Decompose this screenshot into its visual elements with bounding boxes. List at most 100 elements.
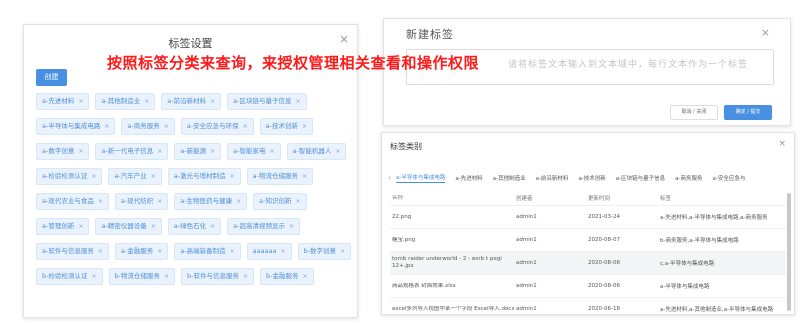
tag-remove-icon[interactable]: × [303,269,308,284]
tag-chip[interactable]: a-新能源 × [174,143,222,160]
category-tab[interactable]: a-商务服务 [675,174,702,182]
tag-chip[interactable]: b-软件与信息服务 × [181,268,255,285]
create-button[interactable]: 创建 [36,69,67,86]
category-tab[interactable]: a-区块链与量子信息 [616,174,665,182]
tag-remove-icon[interactable]: × [164,269,169,284]
tag-remove-icon[interactable]: × [104,119,109,134]
tag-chip[interactable]: b-物流仓储服务 × [108,268,176,285]
tag-chip[interactable]: a-前沿新材料 × [161,93,222,110]
tag-chip[interactable]: a-生物医药与健康 × [174,193,248,210]
table-row[interactable]: 糖宝.png admin1 2020-08-07 b-商务服务,a-半导体与集成电路 [390,228,786,251]
table-row[interactable]: 22.png admin1 2021-03-24 a-先进材料,a-半导体与集成电路,… [390,205,786,228]
table-cell: 商品规格表 封面效果.xlsx [392,282,456,289]
table-row[interactable]: tomb raider underworld - 2 - exrb t pegi… [390,251,786,274]
column-header-tags[interactable]: 标签 [660,194,786,202]
category-tab[interactable]: a-前沿新材料 [536,174,569,182]
chevron-left-icon[interactable]: ‹ [388,174,396,182]
tag-chip[interactable]: a-商务服务 × [121,118,175,135]
tag-chip[interactable]: a-检验检测认证 × [36,168,103,185]
tag-remove-icon[interactable]: × [210,94,215,109]
table-cell: 2020-08-07 [588,237,620,243]
tag-chip[interactable]: a-软件与信息服务 × [36,243,109,260]
tag-remove-icon[interactable]: × [144,94,149,109]
tag-remove-icon[interactable]: × [98,194,103,209]
close-icon[interactable]: × [761,26,770,39]
tag-chip[interactable]: a-技术创新 × [259,118,313,135]
close-icon[interactable]: × [778,139,786,149]
tag-remove-icon[interactable]: × [281,244,286,259]
tag-remove-icon[interactable]: × [335,144,340,159]
tag-remove-icon[interactable]: × [289,219,294,234]
tag-chip[interactable]: a-精密仪器设备 × [95,218,162,235]
tag-chip[interactable]: b-检验检测认证 × [36,268,103,285]
tag-remove-icon[interactable]: × [230,244,235,259]
tag-chip[interactable]: a-半导体与集成电路 × [36,118,116,135]
tag-remove-icon[interactable]: × [91,269,96,284]
tag-remove-icon[interactable]: × [210,219,215,234]
tag-chip[interactable]: a-金融服务 × [114,243,169,260]
tag-remove-icon[interactable]: × [302,169,307,184]
category-tab[interactable]: a-先进材料 [455,174,482,182]
tag-remove-icon[interactable]: × [243,119,248,134]
tag-chip[interactable]: a-现代农业与食品 × [36,193,109,210]
tag-remove-icon[interactable]: × [78,219,83,234]
tag-chip[interactable]: a-智能家电 × [227,143,281,160]
tag-chip[interactable]: b-金融服务 × [260,268,314,285]
tag-remove-icon[interactable]: × [151,219,156,234]
column-header-creator[interactable]: 创建者 [516,194,588,202]
tag-chip[interactable]: aaaaaa × [246,243,292,260]
tag-chip[interactable]: a-现代纺织 × [114,193,169,210]
table-row[interactable]: excel多列导入视图中某一个字段 Excel导入.docx admin1 2020… [390,297,786,314]
tag-remove-icon[interactable]: × [91,169,96,184]
tag-label: a-激光与增材制造 [173,172,226,180]
category-tab[interactable]: a-技术创新 [578,174,605,182]
tag-label: b-软件与信息服务 [187,272,240,280]
tag-chip[interactable]: a-智能机器人 × [286,143,347,160]
tag-chip[interactable]: a-物流仓储服务 × [246,168,313,185]
tag-label: aaaaaa [252,247,277,255]
tag-remove-icon[interactable]: × [236,194,241,209]
tag-chip[interactable]: a-先进材料 × [36,93,90,110]
column-header-name[interactable]: 名称 [390,195,516,202]
tag-chip[interactable]: a-数字创意 × [36,143,90,160]
tag-chip[interactable]: a-管理创新 × [36,218,90,235]
tag-remove-icon[interactable]: × [340,244,345,259]
category-tab[interactable]: a-其他制造业 [493,174,526,182]
tag-remove-icon[interactable]: × [295,194,300,209]
tag-remove-icon[interactable]: × [78,94,83,109]
tag-chip[interactable]: a-超高清视频显示 × [227,218,300,235]
category-tab[interactable]: a-半导体与集成电路 [396,173,446,183]
close-icon[interactable]: × [339,33,349,45]
tag-chip[interactable]: a-高端装备制造 × [174,243,241,260]
table-cell: b-商务服务,a-半导体与集成电路 [660,238,739,244]
tag-remove-icon[interactable]: × [157,144,162,159]
tag-remove-icon[interactable]: × [164,119,169,134]
tag-remove-icon[interactable]: × [302,119,307,134]
tag-chip[interactable]: a-知识创新 × [253,193,307,210]
tag-remove-icon[interactable]: × [78,144,83,159]
column-header-updated[interactable]: 更新时间 [588,194,660,202]
ok-button[interactable]: 确定 / 提交 [724,105,772,120]
cancel-button[interactable]: 取消 / 关闭 [670,105,718,120]
category-tab[interactable]: a-安全应急与 [713,174,746,182]
tag-chip[interactable]: a-安全应急与环保 × [180,118,254,135]
tag-chip[interactable]: a-其他制造业 × [95,93,156,110]
tag-remove-icon[interactable]: × [157,244,162,259]
tag-remove-icon[interactable]: × [98,244,103,259]
tag-chip[interactable]: a-激光与增材制造 × [167,168,241,185]
tag-remove-icon[interactable]: × [295,94,300,109]
tag-remove-icon[interactable]: × [151,169,156,184]
tag-chip[interactable]: a-绿色石化 × [167,218,222,235]
tag-remove-icon[interactable]: × [230,169,235,184]
tag-chip[interactable]: a-新一代电子信息 × [95,143,169,160]
tag-chip[interactable]: b-数字创意 × [297,243,352,260]
tag-chip[interactable]: a-区块链与量子信息 × [227,93,307,110]
tag-label: a-半导体与集成电路 [42,122,101,130]
tag-remove-icon[interactable]: × [269,144,274,159]
table-row[interactable]: 商品规格表 封面效果.xlsx admin1 2020-08-06 a-半导体与集成电… [390,274,786,297]
tag-chip[interactable]: a-汽车产业 × [108,168,162,185]
tag-remove-icon[interactable]: × [210,144,215,159]
scrollbar[interactable] [787,193,791,311]
tag-remove-icon[interactable]: × [157,194,162,209]
tag-remove-icon[interactable]: × [243,269,248,284]
